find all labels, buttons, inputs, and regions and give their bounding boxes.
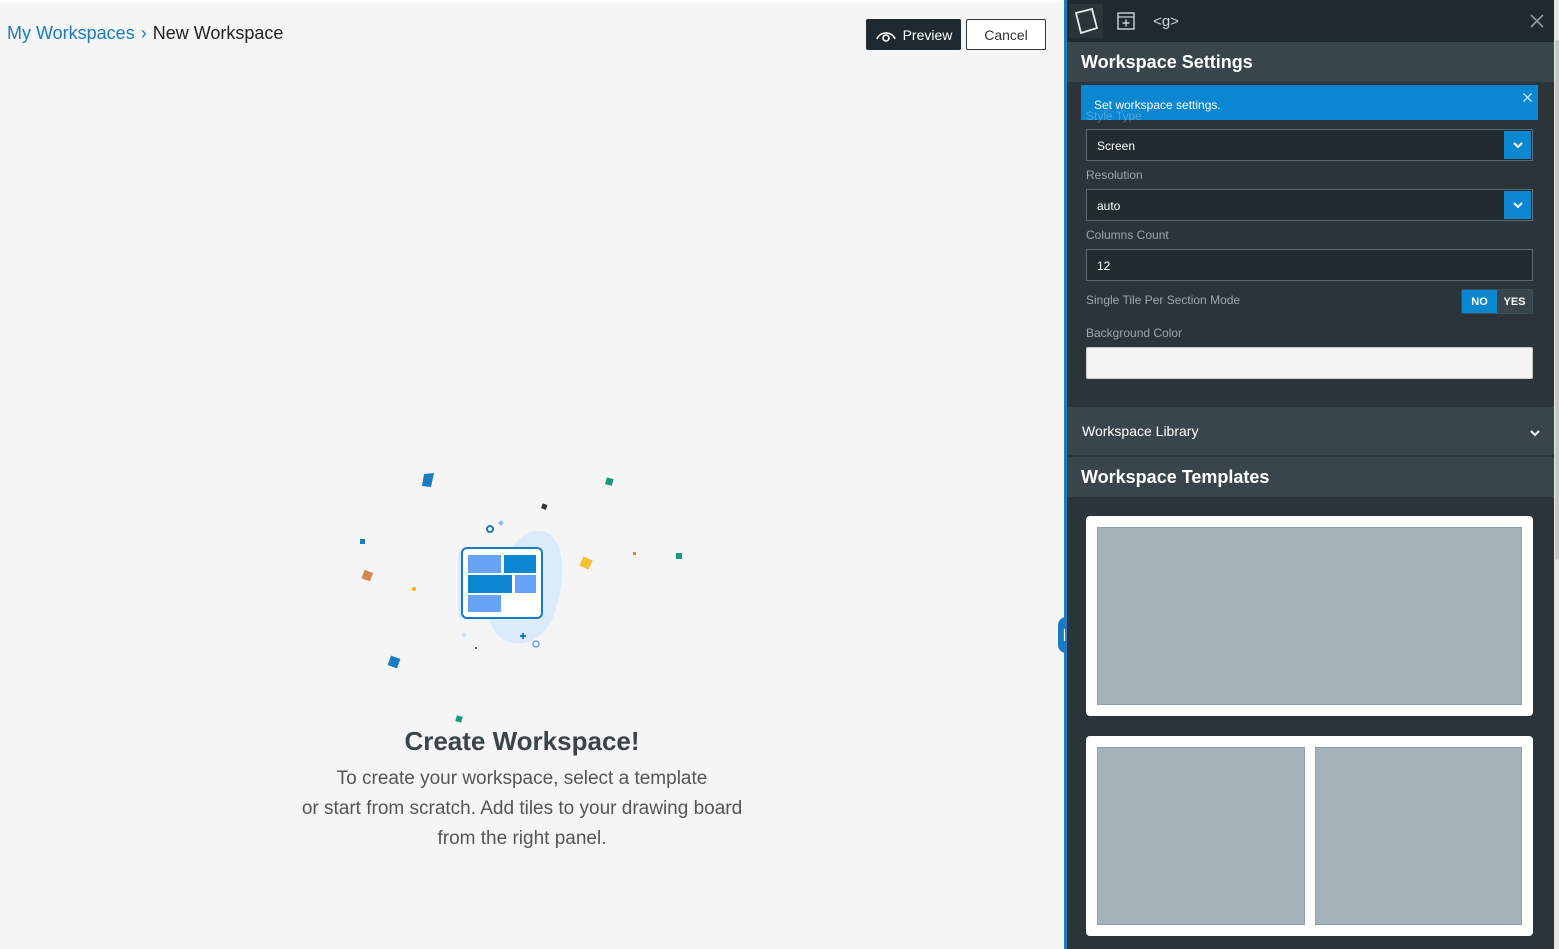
create-workspace-title: Create Workspace!	[404, 726, 640, 756]
chevron-down-icon	[1512, 201, 1523, 208]
close-icon	[1523, 93, 1532, 102]
template-two-tiles[interactable]	[1086, 736, 1533, 936]
create-workspace-illustration	[360, 473, 682, 723]
workspace-settings-icon	[1074, 7, 1099, 35]
eye-icon	[875, 31, 896, 42]
preview-label: Preview	[902, 26, 953, 43]
background-color-label: Background Color	[1086, 326, 1183, 340]
workspace-settings-header: Workspace Settings	[1067, 42, 1554, 82]
panel-tab-bar: <g>	[1067, 0, 1554, 42]
columns-count-label: Columns Count	[1086, 228, 1169, 242]
description-line: or start from scratch. Add tiles to your…	[301, 798, 743, 819]
toggle-yes-option[interactable]: YES	[1497, 290, 1532, 313]
right-panel: <g> Workspace Settings Set workspace set…	[1067, 0, 1554, 949]
close-panel-button[interactable]	[1524, 8, 1550, 34]
template-single-tile[interactable]	[1086, 516, 1533, 716]
tab-workspace-settings[interactable]	[1069, 4, 1103, 38]
style-type-value: Screen	[1097, 139, 1136, 153]
style-type-dropdown-button[interactable]	[1504, 131, 1531, 159]
preview-button[interactable]: Preview	[866, 19, 961, 50]
resolution-label: Resolution	[1086, 168, 1143, 182]
chevron-down-icon	[1530, 424, 1540, 440]
tab-add-tile[interactable]	[1109, 4, 1143, 38]
template-tile-preview	[1315, 747, 1522, 925]
close-icon	[1530, 14, 1544, 28]
workspace-settings-form: Set workspace settings. Style Type Scree…	[1067, 82, 1554, 406]
resolution-value: auto	[1097, 199, 1121, 213]
style-type-select[interactable]: Screen	[1086, 129, 1533, 161]
breadcrumb: My Workspaces › New Workspace	[7, 23, 283, 44]
add-tile-icon	[1117, 12, 1135, 30]
style-type-label: Style Type	[1086, 109, 1142, 123]
chevron-down-icon	[1512, 141, 1523, 148]
workspace-library-section[interactable]: Workspace Library	[1067, 407, 1554, 455]
background-color-input[interactable]	[1086, 347, 1533, 379]
breadcrumb-my-workspaces-link[interactable]: My Workspaces	[7, 23, 135, 44]
tab-code[interactable]: <g>	[1149, 4, 1183, 38]
workspace-templates-list	[1067, 497, 1554, 949]
breadcrumb-separator: ›	[140, 23, 147, 43]
columns-count-input[interactable]: 12	[1086, 249, 1533, 281]
resolution-dropdown-button[interactable]	[1504, 191, 1531, 219]
description-line: To create your workspace, select a templ…	[336, 768, 708, 789]
info-banner: Set workspace settings.	[1081, 85, 1538, 120]
workspace-library-title: Workspace Library	[1082, 423, 1199, 439]
info-banner-close-button[interactable]	[1523, 89, 1532, 105]
template-tile-preview	[1097, 527, 1522, 705]
description-line: from the right panel.	[437, 828, 607, 849]
code-icon: <g>	[1153, 12, 1179, 30]
resolution-select[interactable]: auto	[1086, 189, 1533, 221]
drawing-board: My Workspaces › New Workspace Preview Ca…	[0, 0, 1064, 949]
template-tile-preview	[1097, 747, 1305, 925]
workspace-templates-header: Workspace Templates	[1067, 457, 1554, 497]
single-tile-mode-toggle[interactable]: NO YES	[1461, 289, 1533, 314]
panel-scrollbar-thumb[interactable]	[1555, 40, 1559, 560]
single-tile-mode-label: Single Tile Per Section Mode	[1086, 293, 1241, 307]
breadcrumb-current: New Workspace	[152, 23, 284, 43]
toggle-no-option[interactable]: NO	[1462, 290, 1497, 313]
create-workspace-description: To create your workspace, select a templ…	[0, 764, 1044, 854]
cancel-button[interactable]: Cancel	[966, 19, 1046, 50]
